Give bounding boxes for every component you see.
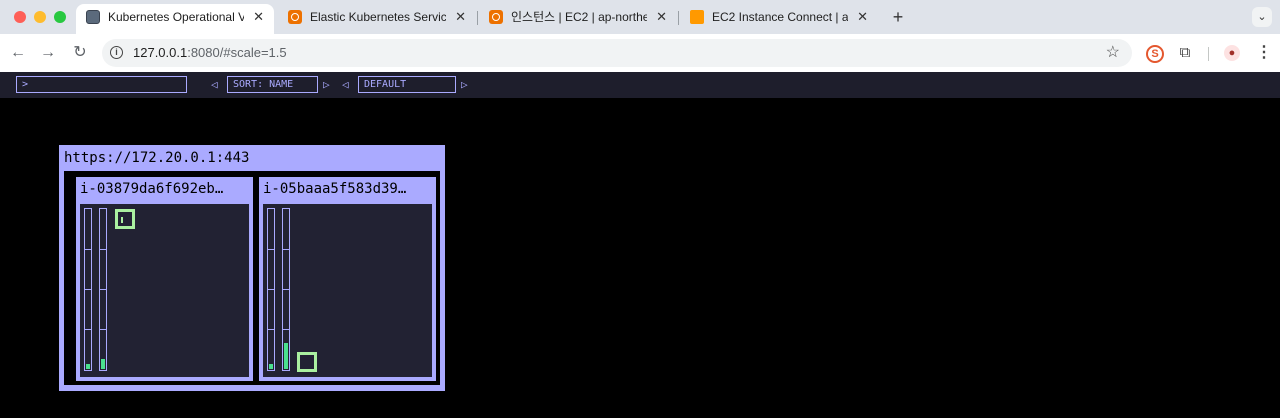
aws-eks-icon xyxy=(288,10,302,24)
minimize-window-button[interactable] xyxy=(34,11,46,23)
gauge-tick xyxy=(100,249,106,250)
tab-ec2-instance-connect[interactable]: EC2 Instance Connect | ap-no ✕ xyxy=(680,4,878,34)
tab-title: Elastic Kubernetes Service | ap xyxy=(310,10,446,24)
close-tab-icon[interactable]: ✕ xyxy=(455,4,466,30)
site-info-icon[interactable]: i xyxy=(110,46,123,59)
gauge-tick xyxy=(268,289,274,290)
control-bar: > ◁ SORT: NAME ▷ ◁ DEFAULT ▷ xyxy=(0,72,1280,98)
maximize-window-button[interactable] xyxy=(54,11,66,23)
node-body xyxy=(263,204,432,377)
node-card[interactable]: i-03879da6f692eb… xyxy=(76,177,253,381)
gauge-tick xyxy=(268,249,274,250)
extension-s-icon[interactable]: S xyxy=(1146,45,1164,63)
gauge-tick xyxy=(283,329,289,330)
cluster-url: https://172.20.0.1:443 xyxy=(64,150,250,166)
close-tab-icon[interactable]: ✕ xyxy=(253,4,264,30)
tab-ec2-instances[interactable]: 인스턴스 | EC2 | ap-northeast- ✕ xyxy=(479,4,677,34)
tab-search-button[interactable]: ⌄ xyxy=(1252,7,1272,27)
cluster-nodes-area: i-03879da6f692eb… i-05baaa5f583d39… xyxy=(64,171,440,385)
gauge-tick xyxy=(85,249,91,250)
node-name: i-05baaa5f583d39… xyxy=(263,181,407,197)
tab-kubernetes-operational-view[interactable]: Kubernetes Operational View ✕ xyxy=(76,4,274,34)
address-bar-url[interactable]: 127.0.0.1:8080/#scale=1.5 xyxy=(133,39,287,67)
memory-gauge xyxy=(282,208,290,371)
layout-selector[interactable]: DEFAULT xyxy=(358,76,456,93)
aws-box-icon xyxy=(690,10,704,24)
sort-selector[interactable]: SORT: NAME xyxy=(227,76,318,93)
cpu-usage-fill xyxy=(86,364,90,369)
memory-gauge xyxy=(99,208,107,371)
cpu-usage-fill xyxy=(269,364,273,369)
browser-toolbar: ← → ↻ i 127.0.0.1:8080/#scale=1.5 ☆ S ⧉ … xyxy=(0,34,1280,72)
browser-tab-strip: Kubernetes Operational View ✕ Elastic Ku… xyxy=(0,0,1280,34)
sort-label: SORT: NAME xyxy=(233,79,294,90)
cluster-panel[interactable]: https://172.20.0.1:443 i-03879da6f692eb… xyxy=(59,145,445,391)
pod-indicator xyxy=(121,217,123,223)
layout-next-arrow-icon[interactable]: ▷ xyxy=(461,76,468,93)
close-tab-icon[interactable]: ✕ xyxy=(656,4,667,30)
gauge-tick xyxy=(268,329,274,330)
filter-input[interactable]: > xyxy=(16,76,187,93)
close-tab-icon[interactable]: ✕ xyxy=(857,4,868,30)
gauge-tick xyxy=(85,329,91,330)
cpu-gauge xyxy=(84,208,92,371)
forward-arrow-icon[interactable]: → xyxy=(38,43,58,63)
tab-title: Kubernetes Operational View xyxy=(108,10,244,24)
pod[interactable] xyxy=(115,209,135,229)
address-bar[interactable]: i 127.0.0.1:8080/#scale=1.5 ☆ xyxy=(102,39,1132,67)
new-tab-button[interactable]: + xyxy=(888,6,908,28)
tab-separator xyxy=(477,11,478,25)
reload-icon[interactable]: ↻ xyxy=(70,43,90,63)
gauge-tick xyxy=(283,249,289,250)
profile-avatar-icon[interactable]: ● xyxy=(1224,45,1240,61)
browser-menu-icon[interactable]: ⋮ xyxy=(1256,45,1272,61)
layout-label: DEFAULT xyxy=(364,79,407,90)
pod[interactable] xyxy=(297,352,317,372)
gauge-tick xyxy=(100,289,106,290)
tab-title: EC2 Instance Connect | ap-no xyxy=(712,10,848,24)
bookmark-star-icon[interactable]: ☆ xyxy=(1106,39,1120,67)
filter-input-value: > xyxy=(22,79,29,90)
node-card[interactable]: i-05baaa5f583d39… xyxy=(259,177,436,381)
memory-usage-fill xyxy=(101,359,105,369)
tab-elastic-kubernetes-service[interactable]: Elastic Kubernetes Service | ap ✕ xyxy=(278,4,476,34)
kubernetes-icon xyxy=(86,10,100,24)
tab-separator xyxy=(678,11,679,25)
cpu-gauge xyxy=(267,208,275,371)
sort-prev-arrow-icon[interactable]: ◁ xyxy=(211,76,218,93)
extensions-puzzle-icon[interactable]: ⧉ xyxy=(1177,45,1193,61)
memory-usage-fill xyxy=(284,343,288,369)
gauge-tick xyxy=(100,329,106,330)
close-window-button[interactable] xyxy=(14,11,26,23)
tab-title: 인스턴스 | EC2 | ap-northeast- xyxy=(511,10,647,24)
node-body xyxy=(80,204,249,377)
gauge-tick xyxy=(85,289,91,290)
sort-next-arrow-icon[interactable]: ▷ xyxy=(323,76,330,93)
kube-ops-view-canvas: > ◁ SORT: NAME ▷ ◁ DEFAULT ▷ https://172… xyxy=(0,72,1280,418)
aws-ec2-icon xyxy=(489,10,503,24)
back-arrow-icon[interactable]: ← xyxy=(8,43,28,63)
toolbar-divider xyxy=(1208,47,1209,61)
node-name: i-03879da6f692eb… xyxy=(80,181,224,197)
layout-prev-arrow-icon[interactable]: ◁ xyxy=(342,76,349,93)
gauge-tick xyxy=(283,289,289,290)
